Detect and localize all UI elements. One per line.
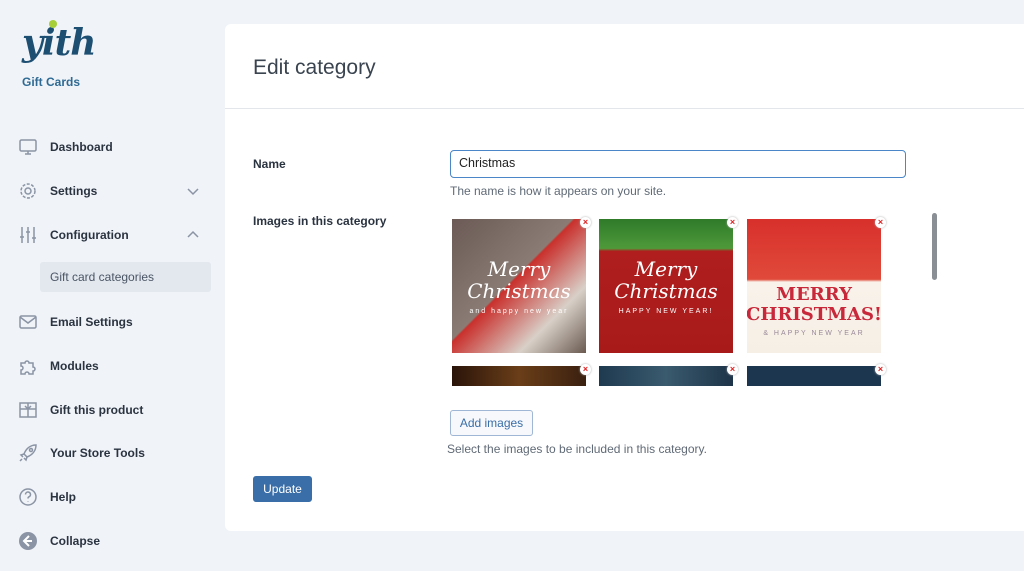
divider [225, 108, 1024, 109]
help-icon [19, 488, 37, 506]
collapse-icon [19, 532, 37, 550]
sidebar-item-help[interactable]: Help [18, 485, 210, 509]
images-label: Images in this category [253, 214, 387, 228]
sidebar-item-label: Modules [50, 359, 99, 373]
gear-icon [20, 183, 36, 199]
gallery-scrollbar[interactable] [932, 213, 937, 280]
images-description: Select the images to be included in this… [447, 442, 707, 456]
remove-image-icon[interactable]: × [727, 217, 738, 228]
monitor-icon [19, 139, 37, 155]
puzzle-icon [20, 360, 36, 375]
chevron-up-icon[interactable] [186, 228, 200, 242]
add-images-button[interactable]: Add images [450, 410, 533, 436]
sidebar-item-email-settings[interactable]: Email Settings [18, 310, 210, 334]
name-description: The name is how it appears on your site. [450, 184, 667, 198]
yith-logo[interactable]: yith [22, 20, 96, 64]
sidebar-item-gift-this-product[interactable]: Gift this product [18, 398, 210, 422]
chevron-down-icon[interactable] [186, 184, 200, 198]
brand-name: Gift Cards [22, 75, 81, 89]
gallery-image[interactable] [452, 366, 586, 386]
gallery-image[interactable] [599, 366, 733, 386]
sidebar-item-configuration[interactable]: Configuration [18, 223, 210, 247]
sidebar-item-collapse[interactable]: Collapse [18, 529, 210, 553]
remove-image-icon[interactable]: × [875, 364, 886, 375]
remove-image-icon[interactable]: × [727, 364, 738, 375]
sidebar-item-label: Collapse [50, 534, 101, 548]
gift-icon [19, 402, 37, 418]
gallery-image[interactable] [747, 366, 881, 386]
sidebar-item-your-store-tools[interactable]: Your Store Tools [18, 441, 210, 465]
gallery-image[interactable]: Merry Christmas and happy new year [452, 219, 586, 353]
remove-image-icon[interactable]: × [580, 364, 591, 375]
name-input[interactable]: Christmas [450, 150, 906, 178]
gallery-image[interactable]: Merry Christmas HAPPY NEW YEAR! [599, 219, 733, 353]
sidebar-item-label: Help [50, 490, 77, 504]
sidebar-item-modules[interactable]: Modules [18, 354, 210, 378]
image-gallery: Merry Christmas and happy new year Merry … [450, 213, 910, 387]
sidebar-item-label: Email Settings [50, 315, 133, 329]
remove-image-icon[interactable]: × [580, 217, 591, 228]
page-title: Edit category [253, 56, 376, 79]
sliders-icon [20, 227, 36, 243]
sidebar-subitem-gift-card-categories[interactable]: Gift card categories [40, 262, 211, 292]
sidebar-item-label: Dashboard [50, 140, 113, 154]
remove-image-icon[interactable]: × [875, 217, 886, 228]
update-button[interactable]: Update [253, 476, 312, 502]
sidebar-item-dashboard[interactable]: Dashboard [18, 135, 210, 159]
rocket-icon [19, 444, 37, 462]
edit-category-card: Edit category Name Christmas The name is… [225, 24, 1024, 531]
envelope-icon [19, 315, 37, 329]
sidebar-item-settings[interactable]: Settings [18, 179, 210, 203]
gallery-image[interactable]: MERRY CHRISTMAS! & HAPPY NEW YEAR [747, 219, 881, 353]
sidebar-item-label: Your Store Tools [50, 446, 145, 460]
sidebar-item-label: Gift this product [50, 403, 144, 417]
name-label: Name [253, 157, 286, 171]
sidebar-item-label: Configuration [50, 228, 129, 242]
sidebar-item-label: Settings [50, 184, 98, 198]
